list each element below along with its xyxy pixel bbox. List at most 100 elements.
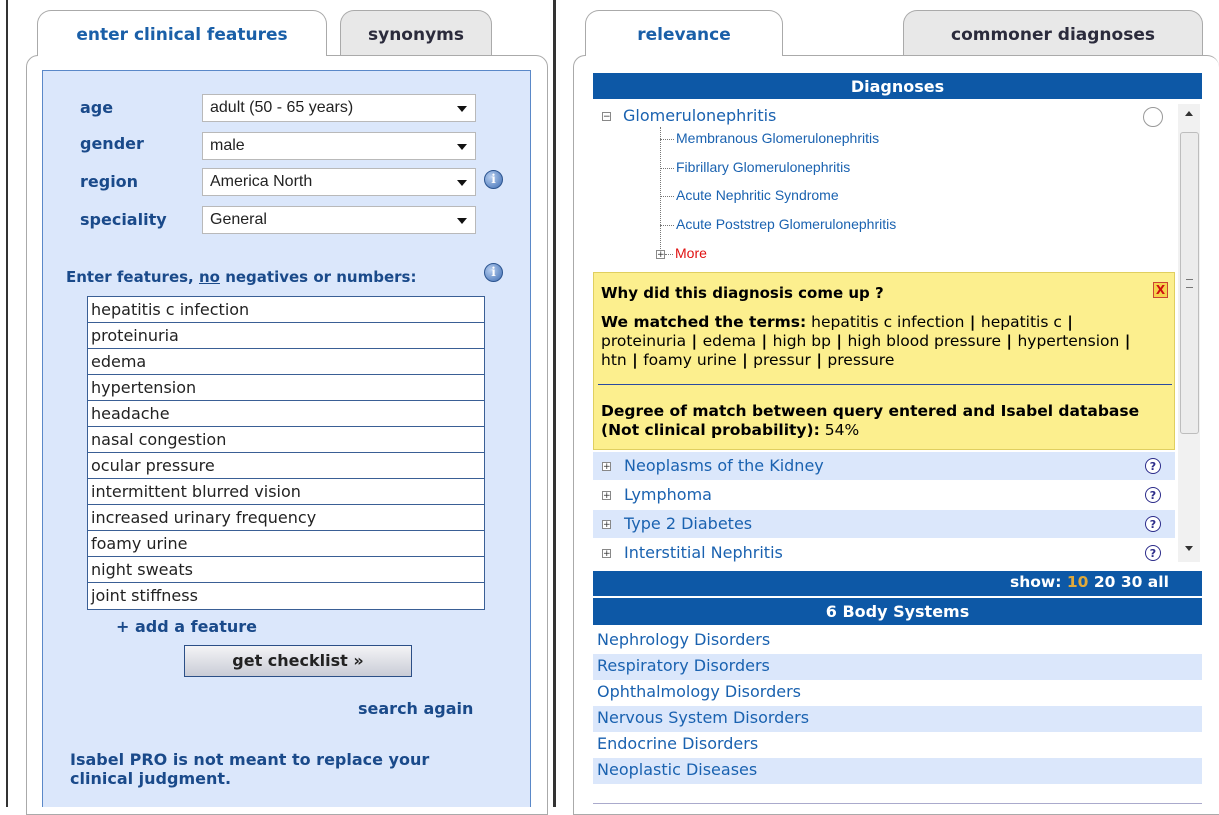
feature-input[interactable]: edema (88, 349, 484, 375)
matched-term: htn (601, 351, 627, 369)
tab-synonyms[interactable]: synonyms (340, 10, 492, 56)
feature-input[interactable]: ocular pressure (88, 453, 484, 479)
diagnosis-glomerulonephritis[interactable]: Glomerulonephritis (623, 106, 776, 125)
matched-term: high blood pressure (847, 332, 1001, 350)
why-divider (598, 384, 1172, 385)
expand-icon[interactable]: + (602, 462, 611, 472)
body-system-link[interactable]: Respiratory Disorders (593, 654, 1202, 680)
term-separator: | (830, 332, 848, 350)
close-icon[interactable]: X (1153, 282, 1168, 298)
matched-term: hepatitis c (980, 313, 1062, 331)
matched-term: proteinuria (601, 332, 687, 350)
region-info-icon[interactable]: i (484, 170, 503, 189)
show-option-30[interactable]: 30 (1121, 573, 1143, 591)
matched-term: pressure (827, 351, 895, 369)
feature-input[interactable]: nasal congestion (88, 427, 484, 453)
diagnosis-link[interactable]: Type 2 Diabetes (624, 510, 752, 538)
more-link[interactable]: More (675, 245, 707, 261)
feature-input[interactable]: proteinuria (88, 323, 484, 349)
features-prompt-text: negatives or numbers: (219, 268, 417, 286)
get-checklist-button[interactable]: get checklist » (184, 645, 412, 677)
features-info-icon[interactable]: i (484, 263, 503, 282)
body-system-link[interactable]: Nervous System Disorders (593, 706, 1202, 732)
tab-commoner-diagnoses[interactable]: commoner diagnoses (903, 10, 1203, 56)
matched-term: hypertension (1017, 332, 1120, 350)
region-select[interactable]: America North (202, 168, 476, 196)
expand-icon[interactable]: + (602, 520, 611, 530)
help-question-icon[interactable]: ? (1145, 545, 1161, 561)
diagnosis-link[interactable]: Lymphoma (624, 481, 712, 509)
body-system-link[interactable]: Neoplastic Diseases (593, 758, 1202, 784)
diagnosis-row[interactable]: + Lymphoma ? (593, 481, 1175, 509)
radio-circle-icon[interactable] (1143, 107, 1163, 127)
term-separator: | (1000, 332, 1018, 350)
term-separator: | (736, 351, 754, 369)
speciality-value: General (210, 211, 267, 228)
gender-label: gender (80, 134, 144, 153)
term-separator: | (964, 313, 981, 331)
scroll-down-icon[interactable] (1185, 546, 1193, 551)
body-system-link[interactable]: Endocrine Disorders (593, 732, 1202, 758)
collapse-icon[interactable]: − (602, 112, 611, 122)
show-option-20[interactable]: 20 (1094, 573, 1116, 591)
diagnosis-row[interactable]: + Type 2 Diabetes ? (593, 510, 1175, 538)
feature-input[interactable]: foamy urine (88, 531, 484, 557)
disclaimer-text: Isabel PRO is not meant to replace your … (70, 750, 430, 788)
body-systems-header: 6 Body Systems (593, 598, 1202, 625)
diagnoses-header: Diagnoses (593, 73, 1202, 100)
tab-relevance[interactable]: relevance (585, 10, 783, 56)
help-question-icon[interactable]: ? (1145, 458, 1161, 474)
expand-icon[interactable]: + (602, 491, 611, 501)
diagnosis-link[interactable]: Interstitial Nephritis (624, 539, 783, 567)
feature-input[interactable]: headache (88, 401, 484, 427)
age-select[interactable]: adult (50 - 65 years) (202, 94, 476, 122)
sub-diagnosis-link[interactable]: Membranous Glomerulonephritis (676, 130, 879, 146)
feature-input[interactable]: hepatitis c infection (88, 297, 484, 323)
tab-label: relevance (637, 25, 731, 45)
term-separator: | (1119, 332, 1131, 350)
tree-branch (660, 139, 674, 140)
expand-icon[interactable]: + (656, 250, 665, 260)
search-again-link[interactable]: search again (358, 699, 473, 718)
feature-input[interactable]: night sweats (88, 557, 484, 583)
diagnosis-link[interactable]: Neoplasms of the Kidney (624, 452, 824, 480)
center-divider (553, 0, 556, 807)
show-option-10[interactable]: 10 (1067, 573, 1089, 591)
feature-input[interactable]: intermittent blurred vision (88, 479, 484, 505)
add-feature-link[interactable]: + add a feature (116, 617, 257, 636)
features-prompt-no: no (198, 268, 220, 286)
help-question-icon[interactable]: ? (1145, 516, 1161, 532)
sub-diagnosis-link[interactable]: Acute Nephritic Syndrome (676, 187, 839, 203)
help-question-icon[interactable]: ? (1145, 487, 1161, 503)
features-prompt: Enter features, no negatives or numbers: (66, 268, 416, 286)
expand-icon[interactable]: + (602, 549, 611, 559)
show-option-all[interactable]: all (1148, 573, 1169, 591)
gender-select[interactable]: male (202, 132, 476, 160)
tree-line (660, 127, 661, 251)
speciality-select[interactable]: General (202, 206, 476, 234)
matched-label: We matched the terms: (601, 313, 807, 331)
tab-enter-clinical-features[interactable]: enter clinical features (37, 10, 327, 56)
feature-input[interactable]: hypertension (88, 375, 484, 401)
body-system-link[interactable]: Ophthalmology Disorders (593, 680, 1202, 706)
body-systems-footer (593, 784, 1202, 804)
diagnosis-row[interactable]: + Neoplasms of the Kidney ? (593, 452, 1175, 480)
sub-diagnosis-link[interactable]: Fibrillary Glomerulonephritis (676, 159, 850, 175)
dropdown-arrow-icon (457, 106, 467, 112)
show-options: show: 10 20 30 all (1010, 573, 1169, 591)
scroll-up-icon[interactable] (1185, 111, 1193, 116)
tab-label: synonyms (368, 25, 464, 45)
show-label: show: (1010, 573, 1062, 591)
body-system-link[interactable]: Nephrology Disorders (593, 628, 1202, 654)
feature-input[interactable]: joint stiffness (88, 583, 484, 609)
feature-input[interactable]: increased urinary frequency (88, 505, 484, 531)
tree-branch (660, 225, 674, 226)
term-separator: | (686, 332, 703, 350)
age-label: age (80, 98, 114, 117)
degree-of-match: Degree of match between query entered an… (601, 402, 1156, 440)
features-prompt-text: Enter features, (66, 268, 199, 286)
diagnosis-row[interactable]: + Interstitial Nephritis ? (593, 539, 1175, 567)
sub-diagnosis-link[interactable]: Acute Poststrep Glomerulonephritis (676, 216, 896, 232)
term-separator: | (1061, 313, 1073, 331)
matched-term: high bp (772, 332, 831, 350)
